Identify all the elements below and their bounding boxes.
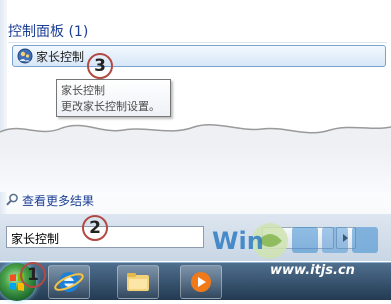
parental-controls-icon: [17, 48, 33, 64]
watermark-logo: Win: [212, 223, 378, 259]
callout-2: 2: [82, 215, 108, 241]
tooltip: 家长控制 更改家长控制设置。: [56, 79, 171, 117]
watermark-url: www.itjs.cn: [270, 263, 355, 278]
menu-lower-area: [0, 146, 391, 192]
result-label: 家长控制: [36, 50, 85, 64]
taskbar-ie-button[interactable]: [48, 265, 90, 299]
search-icon: [6, 193, 18, 206]
callout-1: 1: [20, 262, 46, 288]
internet-explorer-icon: [54, 272, 84, 292]
parental-controls-result[interactable]: 家长控制: [12, 45, 386, 67]
section-divider: [8, 42, 387, 43]
tooltip-title: 家长控制: [61, 84, 105, 97]
media-player-icon: [191, 272, 211, 292]
callout-3: 3: [87, 53, 113, 79]
torn-edge: [0, 124, 391, 148]
search-input-text: 家长控制: [11, 232, 60, 246]
see-more-results-label: 查看更多结果: [22, 194, 95, 208]
svg-text:Win: Win: [212, 227, 264, 255]
folder-icon: [127, 273, 149, 291]
taskbar-explorer-button[interactable]: [117, 265, 159, 299]
taskbar-media-player-button[interactable]: [180, 265, 222, 299]
tooltip-description: 更改家长控制设置。: [61, 100, 160, 113]
control-panel-section-title[interactable]: 控制面板 (1): [8, 21, 88, 41]
